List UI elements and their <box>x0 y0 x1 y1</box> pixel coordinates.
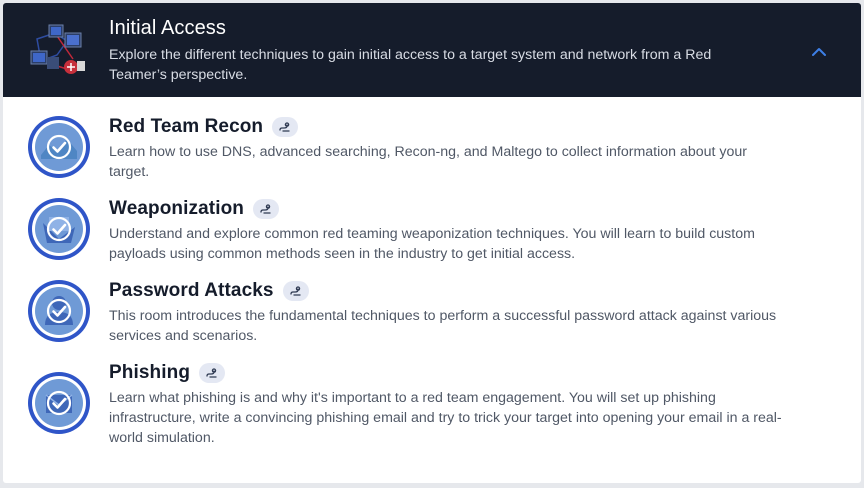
path-icon <box>253 199 280 219</box>
module-header[interactable]: Initial Access Explore the different tec… <box>3 3 861 97</box>
room-title[interactable]: Red Team Recon <box>109 116 263 138</box>
chevron-up-icon <box>812 47 826 56</box>
room-description: Understand and explore common red teamin… <box>109 226 755 262</box>
path-icon <box>272 117 299 137</box>
room-icon <box>27 197 91 261</box>
path-icon <box>199 363 226 383</box>
collapse-button[interactable] <box>807 39 831 63</box>
room-title[interactable]: Password Attacks <box>109 280 274 302</box>
module-card: Initial Access Explore the different tec… <box>3 3 861 483</box>
room-description: Learn how to use DNS, advanced searching… <box>109 144 748 180</box>
module-description: Explore the different techniques to gain… <box>109 47 712 83</box>
room-icon <box>27 371 91 435</box>
module-illustration <box>27 21 89 81</box>
room-description: Learn what phishing is and why it's impo… <box>109 390 782 446</box>
room-title[interactable]: Phishing <box>109 362 190 384</box>
module-title: Initial Access <box>109 17 227 39</box>
room-icon <box>27 115 91 179</box>
room-description: This room introduces the fundamental tec… <box>109 308 777 344</box>
room-title[interactable]: Weaponization <box>109 198 244 220</box>
path-icon <box>282 281 309 301</box>
room-icon <box>27 279 91 343</box>
